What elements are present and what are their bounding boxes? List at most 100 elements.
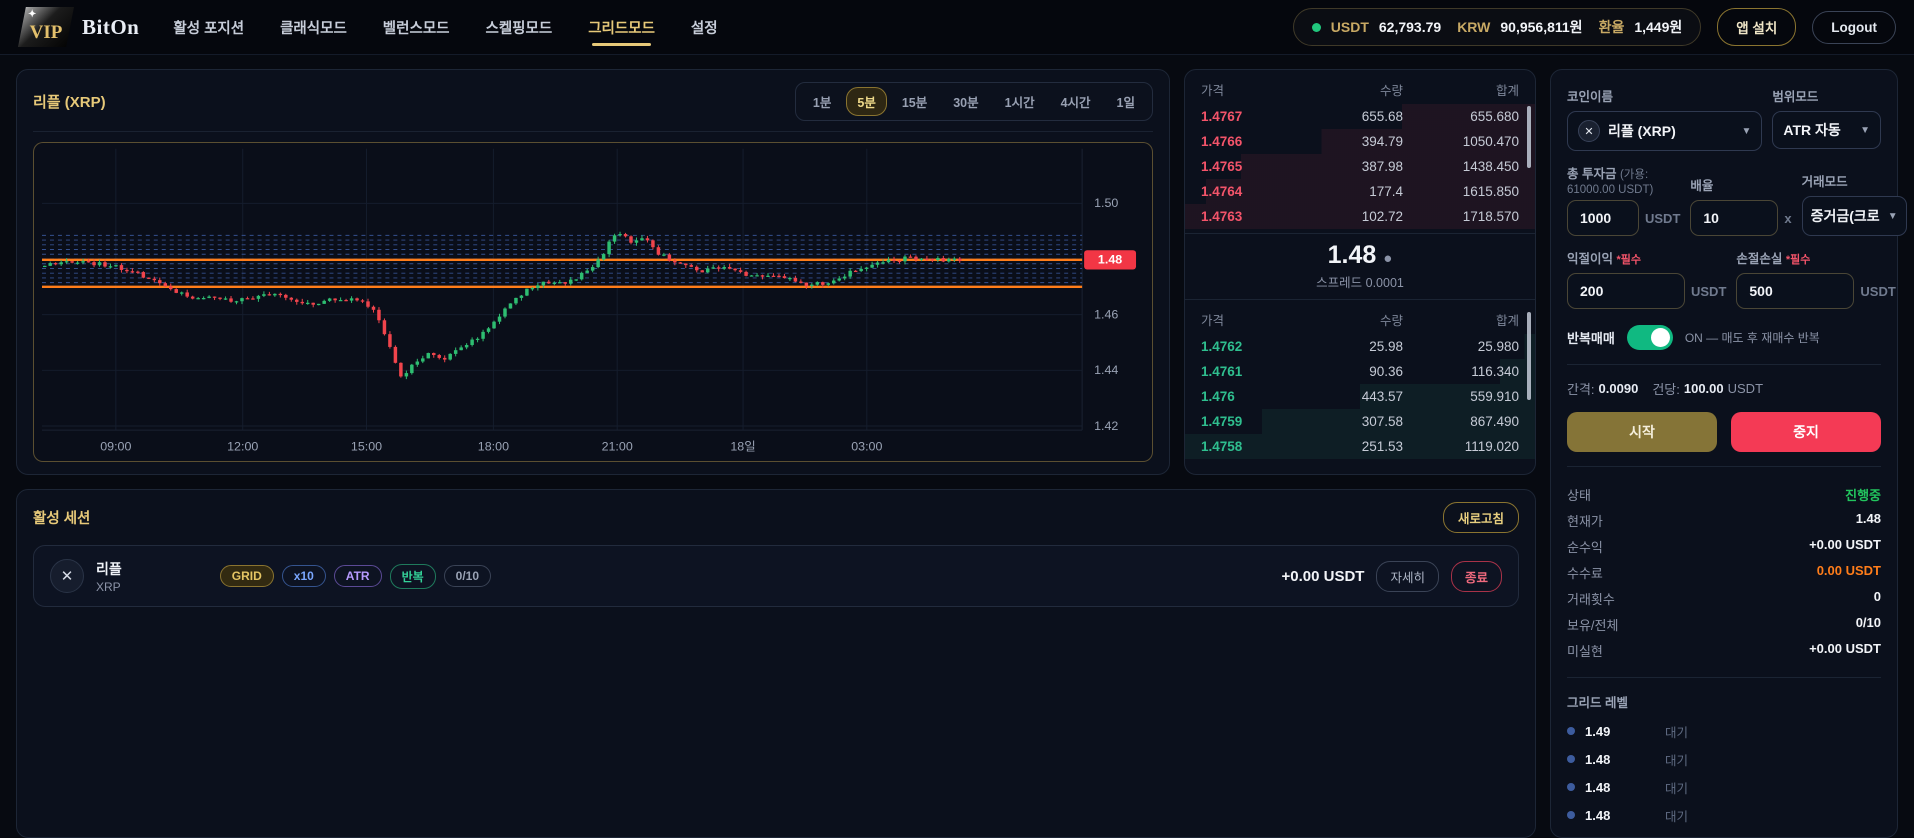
coin-avatar-xrp-icon: ✕ <box>50 559 84 593</box>
stat-row-상태: 상태진행중 <box>1567 481 1881 507</box>
leverage-label: 배율 <box>1690 175 1791 194</box>
orderbook-row-ask[interactable]: 1.4764177.41615.850 <box>1185 179 1535 204</box>
svg-text:1.46: 1.46 <box>1094 308 1118 322</box>
gap-label: 간격: <box>1567 379 1595 398</box>
orderbook-row-ask[interactable]: 1.4763102.721718.570 <box>1185 204 1535 229</box>
svg-text:03:00: 03:00 <box>851 440 882 454</box>
timeframe-button-1시간[interactable]: 1시간 <box>994 87 1046 116</box>
stop-button[interactable]: 중지 <box>1731 412 1881 452</box>
timeframe-button-4시간[interactable]: 4시간 <box>1050 87 1102 116</box>
mid-price: 1.48 <box>1328 241 1377 269</box>
terminate-button[interactable]: 종료 <box>1451 561 1502 592</box>
grid-level-row: 1.49대기 <box>1567 717 1881 745</box>
chevron-down-icon: ▼ <box>1888 211 1898 222</box>
orderbook-header-asks: 가격수량합계 <box>1185 70 1535 104</box>
orderbook-row-bid[interactable]: 1.476225.9825.980 <box>1185 334 1535 359</box>
orderbook-row-ask[interactable]: 1.4765387.981438.450 <box>1185 154 1535 179</box>
session-coin-name: 리플 <box>96 559 122 579</box>
status-dot-icon <box>1312 23 1321 32</box>
top-bar: ✦ VIP BitOn 활성 포지션 클래식모드 벨런스모드 스켈핑모드 그리드모드 설정… <box>0 0 1914 55</box>
krw-label: KRW <box>1457 19 1490 35</box>
leverage-suffix: x <box>1784 211 1791 226</box>
orderbook-row-bid[interactable]: 1.476190.36116.340 <box>1185 359 1535 384</box>
active-sessions-panel: 활성 세션 새로고침 ✕ 리플 XRP GRIDx10ATR반복0/10 +0.… <box>16 489 1536 838</box>
candlestick-chart[interactable]: 1.501.481.461.441.4209:0012:0015:0018:00… <box>33 142 1153 462</box>
timeframe-button-5분[interactable]: 5분 <box>846 87 886 116</box>
nav-item-벨런스모드[interactable]: 벨런스모드 <box>383 7 450 48</box>
grid-levels-list: 1.49대기1.48대기1.48대기1.48대기1.48대기1.48← 현재1.… <box>1567 717 1881 838</box>
chart-panel: 리플 (XRP) 1분5분15분30분1시간4시간1일 1.50 1.48 1.46… <box>16 69 1170 475</box>
nav-item-설정[interactable]: 설정 <box>691 7 718 48</box>
coin-select[interactable]: ✕ 리플 (XRP) ▼ <box>1567 111 1762 151</box>
take-profit-input[interactable] <box>1567 273 1685 309</box>
logout-button[interactable]: Logout <box>1812 11 1896 44</box>
session-badge-반복: 반복 <box>390 564 436 589</box>
session-stats: 상태진행중현재가1.48순수익+0.00 USDT수수료0.00 USDT거래횟… <box>1567 481 1881 663</box>
stat-row-순수익: 순수익+0.00 USDT <box>1567 533 1881 559</box>
main-nav: 활성 포지션 클래식모드 벨런스모드 스켈핑모드 그리드모드 설정 <box>173 7 717 48</box>
stat-row-수수료: 수수료0.00 USDT <box>1567 559 1881 585</box>
brand-logo[interactable]: ✦ VIP BitOn <box>18 7 139 47</box>
nav-item-클래식모드[interactable]: 클래식모드 <box>280 7 347 48</box>
orderbook-row-ask[interactable]: 1.4767655.68655.680 <box>1185 104 1535 129</box>
session-row: ✕ 리플 XRP GRIDx10ATR반복0/10 +0.00 USDT 자세히… <box>33 545 1519 607</box>
trade-mode-label: 거래모드 <box>1802 171 1907 190</box>
start-button[interactable]: 시작 <box>1567 412 1717 452</box>
range-mode-select[interactable]: ATR 자동 ▼ <box>1772 111 1881 149</box>
balance-ticker: USDT 62,793.79 KRW 90,956,811원 환율 1,449원 <box>1293 8 1701 46</box>
asks-scrollbar[interactable] <box>1527 106 1531 168</box>
repeat-trade-toggle[interactable] <box>1627 325 1673 350</box>
orderbook-panel: 가격수량합계 1.4767655.68655.6801.4766394.7910… <box>1184 69 1536 475</box>
svg-text:1.50: 1.50 <box>1094 196 1118 210</box>
session-badge-x10: x10 <box>282 565 326 587</box>
orderbook-col-header: 합계 <box>1403 80 1519 99</box>
timeframe-button-1일[interactable]: 1일 <box>1106 87 1146 116</box>
stop-loss-label: 손절손실 <box>1736 252 1782 266</box>
leverage-input[interactable] <box>1690 200 1778 236</box>
session-pnl: +0.00 USDT <box>1282 568 1365 585</box>
nav-item-활성 포지션[interactable]: 활성 포지션 <box>173 7 244 48</box>
session-coin-symbol: XRP <box>96 580 122 594</box>
orderbook-row-bid[interactable]: 1.4758251.531119.020 <box>1185 434 1535 459</box>
session-badge-GRID: GRID <box>220 565 274 587</box>
nav-item-그리드모드[interactable]: 그리드모드 <box>588 7 655 48</box>
nav-item-스켈핑모드[interactable]: 스켈핑모드 <box>486 7 553 48</box>
take-profit-label: 익절이익 <box>1567 252 1613 266</box>
orderbook-row-ask[interactable]: 1.4766394.791050.470 <box>1185 129 1535 154</box>
stop-loss-input[interactable] <box>1736 273 1854 309</box>
bids-scrollbar[interactable] <box>1527 312 1531 400</box>
invest-input[interactable] <box>1567 200 1639 236</box>
level-dot-icon <box>1567 783 1575 791</box>
invest-suffix: USDT <box>1645 211 1680 226</box>
vip-logo-text: VIP <box>30 22 63 44</box>
orderbook-mid: 1.48 ● 스프레드 0.0001 <box>1185 233 1535 300</box>
svg-text:1.42: 1.42 <box>1094 419 1118 433</box>
chevron-down-icon: ▼ <box>1860 125 1870 136</box>
orderbook-row-bid[interactable]: 1.476443.57559.910 <box>1185 384 1535 409</box>
timeframe-button-15분[interactable]: 15분 <box>891 87 938 116</box>
level-dot-icon <box>1567 727 1575 735</box>
orderbook-header-bids: 가격수량합계 <box>1185 300 1535 334</box>
stat-row-현재가: 현재가1.48 <box>1567 507 1881 533</box>
app-install-button[interactable]: 앱 설치 <box>1717 8 1796 46</box>
mid-price-dot-icon: ● <box>1383 250 1392 267</box>
coin-select-value: 리플 (XRP) <box>1608 121 1676 141</box>
chart-title: 리플 (XRP) <box>33 91 106 112</box>
trade-mode-value: 증거금(크로 <box>1811 206 1880 226</box>
trade-mode-select[interactable]: 증거금(크로 ▼ <box>1802 196 1907 236</box>
orderbook-row-bid[interactable]: 1.4759307.58867.490 <box>1185 409 1535 434</box>
sparkle-icon: ✦ <box>28 9 36 20</box>
svg-text:15:00: 15:00 <box>351 440 382 454</box>
gap-value: 0.0090 <box>1599 381 1639 396</box>
grid-level-row: 1.48대기 <box>1567 745 1881 773</box>
tp-suffix: USDT <box>1691 284 1726 299</box>
svg-text:1.48: 1.48 <box>1098 253 1122 267</box>
timeframe-button-1분[interactable]: 1분 <box>802 87 842 116</box>
refresh-button[interactable]: 새로고침 <box>1443 502 1519 533</box>
detail-button[interactable]: 자세히 <box>1376 561 1439 592</box>
svg-text:1.44: 1.44 <box>1094 363 1118 377</box>
level-dot-icon <box>1567 755 1575 763</box>
timeframe-button-30분[interactable]: 30분 <box>942 87 989 116</box>
sessions-title: 활성 세션 <box>33 507 90 528</box>
orderbook-col-header: 가격 <box>1201 80 1287 99</box>
